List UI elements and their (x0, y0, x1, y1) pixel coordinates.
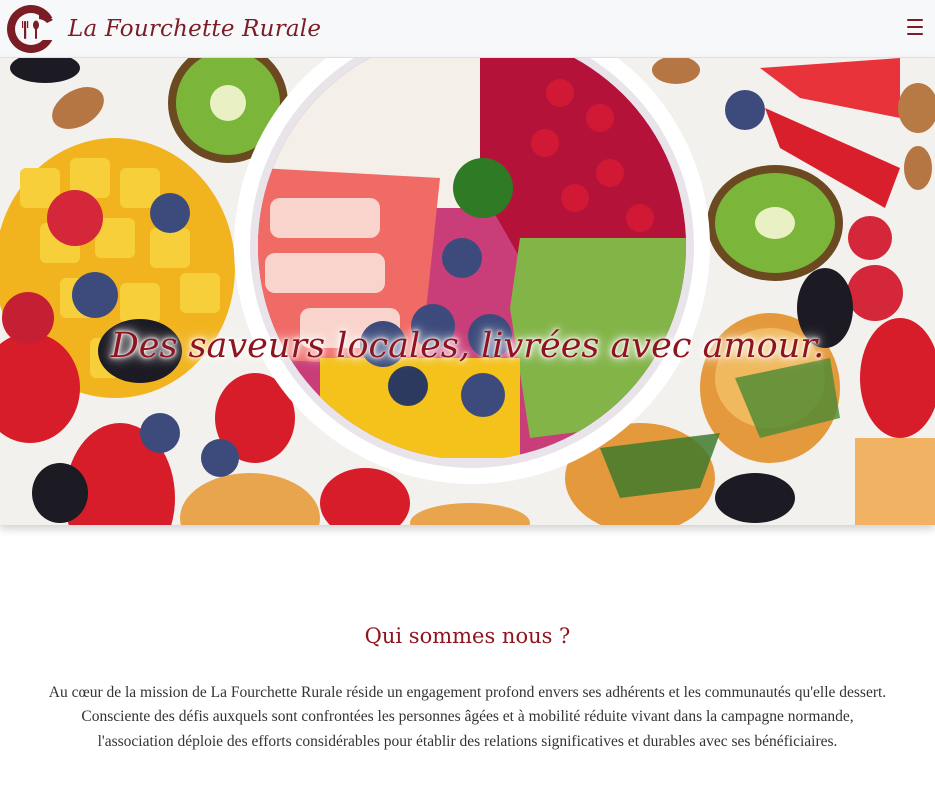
brand-link[interactable]: La Fourchette Rurale (6, 4, 321, 54)
hero-banner: Des saveurs locales, livrées avec amour. (0, 58, 935, 525)
about-body: Au cœur de la mission de La Fourchette R… (48, 684, 887, 750)
about-heading: Qui sommes nous ? (364, 624, 571, 648)
fruit-bowl-image (0, 58, 935, 525)
top-navbar: La Fourchette Rurale (0, 0, 935, 58)
fork-spoon-logo-icon (7, 5, 56, 53)
hamburger-menu-icon[interactable] (907, 19, 923, 35)
brand-name: La Fourchette Rurale (68, 16, 322, 42)
hero-tagline: Des saveurs locales, livrées avec amour. (110, 326, 825, 366)
